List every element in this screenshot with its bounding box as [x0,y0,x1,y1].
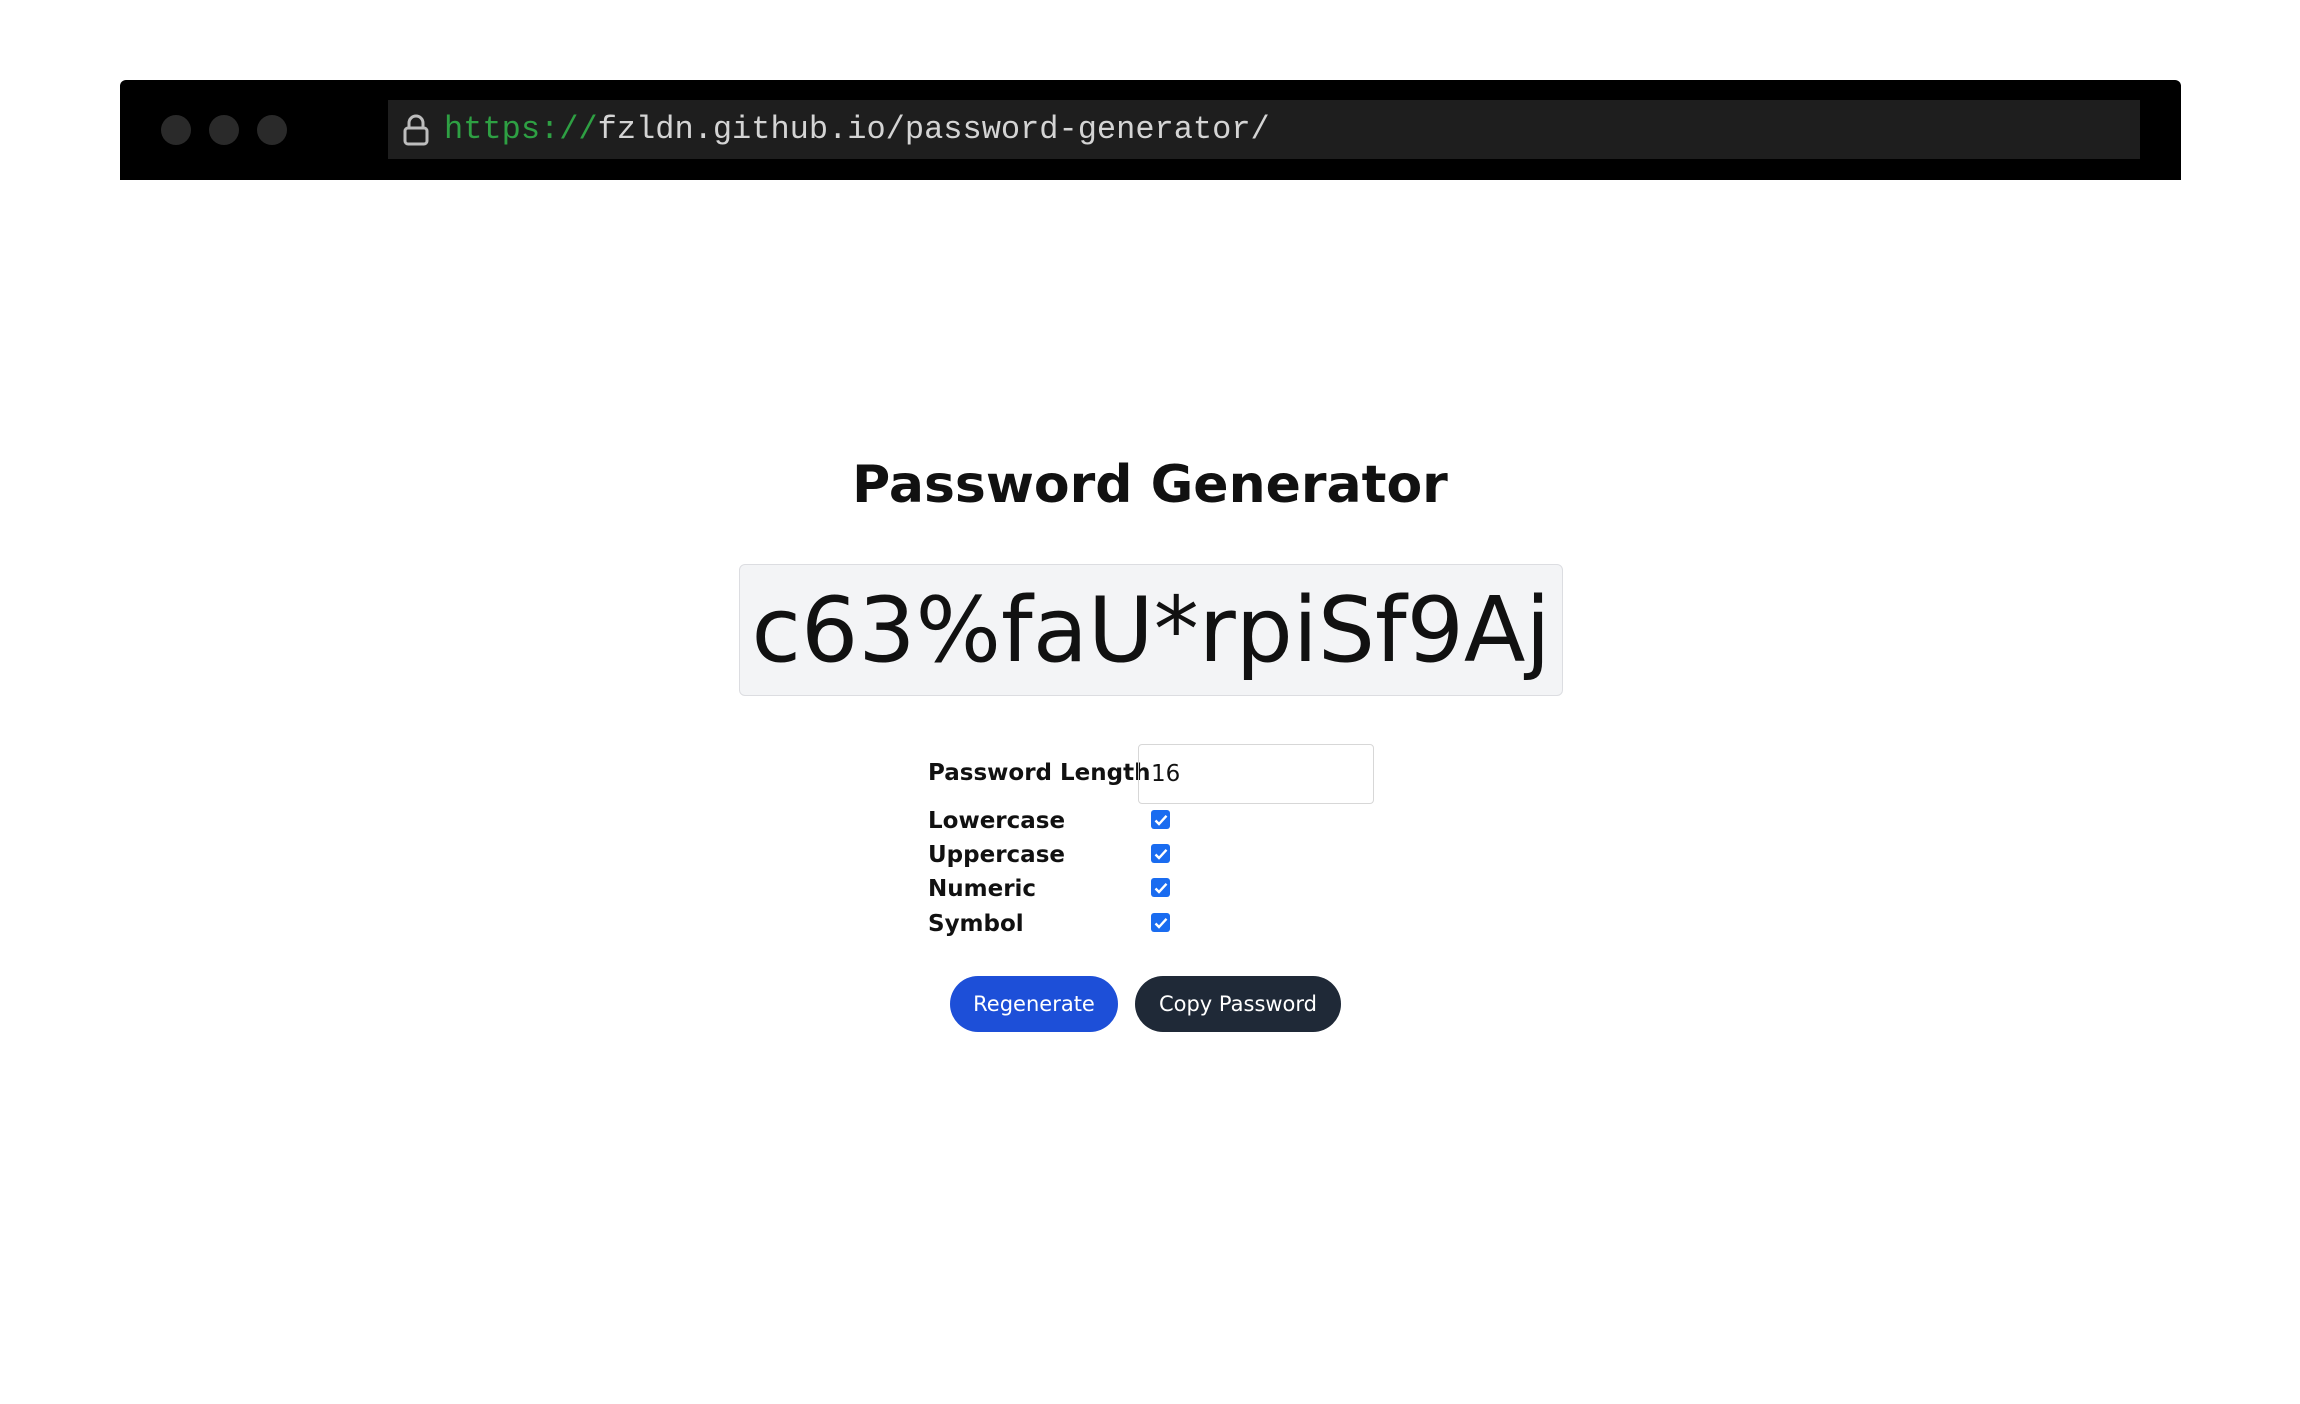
symbol-checkbox[interactable] [1151,913,1170,932]
url-protocol: https:// [444,111,598,148]
uppercase-checkbox[interactable] [1151,844,1170,863]
uppercase-label: Uppercase [928,842,1065,868]
checkmark-icon [1154,882,1167,894]
lowercase-label: Lowercase [928,808,1066,834]
close-window-button[interactable] [161,115,191,145]
password-length-label: Password Length [928,760,1151,786]
password-length-input[interactable]: 16 [1138,744,1374,804]
numeric-checkbox[interactable] [1151,878,1170,897]
minimize-window-button[interactable] [209,115,239,145]
lowercase-checkbox[interactable] [1151,810,1170,829]
symbol-label: Symbol [928,911,1024,937]
checkmark-icon [1154,917,1167,929]
copy-password-button[interactable]: Copy Password [1135,976,1341,1032]
page-title: Password Generator [852,455,1448,515]
url-text: https://fzldn.github.io/password-generat… [444,111,1270,148]
lock-icon [396,100,436,159]
checkmark-icon [1154,848,1167,860]
regenerate-button[interactable]: Regenerate [950,976,1118,1032]
address-bar[interactable]: https://fzldn.github.io/password-generat… [388,100,2140,159]
url-path: fzldn.github.io/password-generator/ [597,111,1270,148]
password-display: c63%faU*rpiSf9Aj [739,564,1563,696]
checkmark-icon [1154,814,1167,826]
numeric-label: Numeric [928,876,1037,902]
maximize-window-button[interactable] [257,115,287,145]
